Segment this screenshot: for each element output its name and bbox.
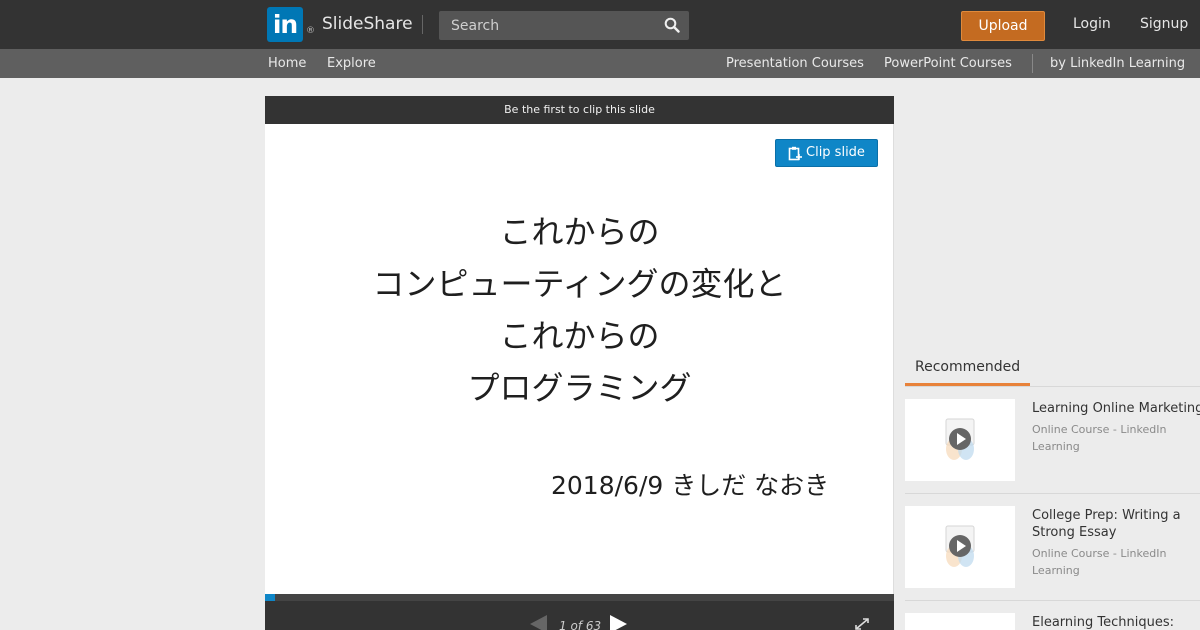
course-title[interactable]: College Prep: Writing a Strong Essay: [1032, 507, 1192, 541]
top-bar: in ® SlideShare Upload Login Signup: [0, 0, 1200, 49]
course-thumbnail[interactable]: [905, 506, 1015, 588]
nav-home[interactable]: Home: [268, 56, 306, 71]
slide-title-line: プログラミング: [467, 369, 692, 407]
registered-mark: ®: [306, 26, 315, 36]
nav-divider: [1032, 54, 1033, 73]
play-video-icon: [945, 525, 975, 567]
nav-presentation-courses[interactable]: Presentation Courses: [726, 56, 864, 71]
clip-slide-label: Clip slide: [806, 145, 865, 160]
search-icon[interactable]: [664, 17, 680, 33]
brand-name[interactable]: SlideShare: [322, 14, 413, 34]
linkedin-logo-icon[interactable]: in: [267, 7, 303, 42]
list-item[interactable]: Elearning Techniques:: [905, 601, 1200, 630]
login-link[interactable]: Login: [1073, 16, 1111, 32]
upload-button[interactable]: Upload: [961, 11, 1045, 41]
course-title[interactable]: Elearning Techniques:: [1032, 614, 1200, 630]
course-subtitle: Online Course - LinkedIn Learning: [1032, 423, 1167, 453]
search-input[interactable]: [439, 11, 654, 40]
page-indicator: 1 of 63: [559, 619, 602, 630]
tab-recommended[interactable]: Recommended: [905, 357, 1030, 386]
clip-slide-button[interactable]: Clip slide: [775, 139, 878, 167]
play-video-icon: [945, 418, 975, 460]
slide-title-line: これからの: [499, 317, 660, 355]
previous-slide-icon[interactable]: [530, 615, 547, 630]
slide-progress-fill: [265, 594, 275, 601]
slide-controls: 1 of 63: [265, 601, 894, 630]
clipboard-icon: [788, 146, 802, 161]
list-item[interactable]: Learning Online Marketing Online Course …: [905, 387, 1200, 494]
slide-progress-bar[interactable]: [265, 594, 894, 601]
list-item[interactable]: College Prep: Writing a Strong Essay Onl…: [905, 494, 1200, 601]
course-thumbnail[interactable]: [905, 613, 1015, 630]
secondary-nav: Home Explore Presentation Courses PowerP…: [0, 49, 1200, 78]
signup-link[interactable]: Signup: [1140, 16, 1188, 32]
nav-powerpoint-courses[interactable]: PowerPoint Courses: [884, 56, 1012, 71]
course-thumbnail[interactable]: [905, 399, 1015, 481]
slide-canvas[interactable]: Clip slide これからの コンピューティングの変化と これからの プログ…: [265, 124, 894, 594]
nav-explore[interactable]: Explore: [327, 56, 376, 71]
search-box: [439, 11, 689, 40]
course-subtitle: Online Course - LinkedIn Learning: [1032, 547, 1167, 577]
next-slide-icon[interactable]: [610, 615, 627, 630]
clip-header: Be the first to clip this slide: [265, 96, 894, 124]
slide-author: 2018/6/9 きしだ なおき: [551, 471, 830, 500]
header-divider: [422, 15, 423, 34]
course-title[interactable]: Learning Online Marketing: [1032, 400, 1200, 417]
slide-title: これからの コンピューティングの変化と これからの プログラミング: [265, 206, 894, 414]
slide-title-line: コンピューティングの変化と: [372, 265, 787, 303]
nav-linkedin-learning[interactable]: by LinkedIn Learning: [1050, 56, 1185, 71]
fullscreen-icon[interactable]: [854, 617, 870, 630]
slide-title-line: これからの: [499, 213, 660, 251]
